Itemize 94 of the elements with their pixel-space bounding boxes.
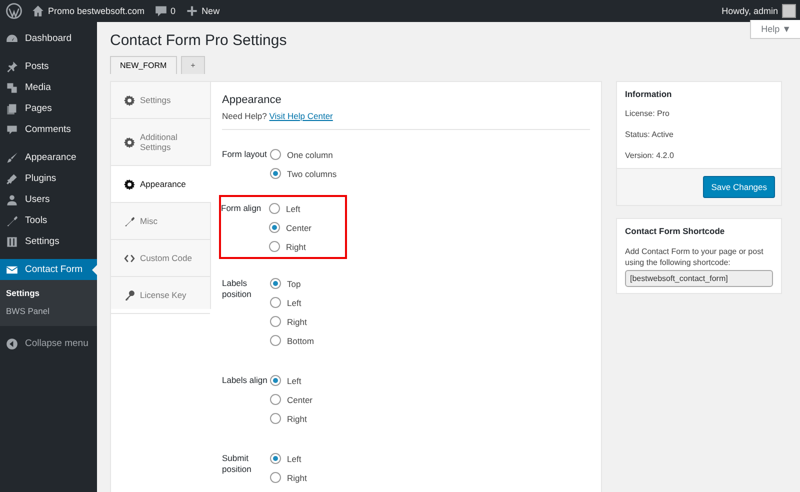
avatar-icon — [782, 4, 796, 18]
gear-icon — [124, 94, 135, 106]
option-label: Center — [287, 394, 313, 404]
info-text: Version: 4.2.0 — [625, 151, 675, 160]
save-changes-button[interactable]: Save Changes — [703, 176, 775, 198]
help-center-link[interactable]: Visit Help Center — [269, 111, 333, 121]
pages-icon — [6, 102, 18, 114]
sidebar-item[interactable]: Plugins — [0, 168, 97, 189]
settings-nav-item[interactable]: License Key — [111, 277, 210, 314]
radio-button[interactable] — [270, 278, 281, 289]
code-icon — [124, 252, 135, 264]
field-label: Form layout — [222, 148, 268, 161]
radio-button[interactable] — [270, 375, 281, 386]
shortcode-field[interactable]: [bestwebsoft_contact_form] — [625, 270, 773, 288]
option-label: Left — [287, 376, 302, 386]
section-heading: Appearance — [222, 94, 282, 106]
user-icon — [6, 194, 18, 206]
plus-icon — [186, 5, 198, 17]
form-tab[interactable]: + — [180, 56, 206, 74]
sidebar-item[interactable]: Pages — [0, 98, 97, 119]
radio-button[interactable] — [270, 453, 281, 464]
sidebar-item[interactable]: Settings — [0, 231, 97, 252]
card-title: Contact Form Shortcode — [624, 225, 726, 238]
radio-button[interactable] — [270, 472, 281, 483]
collapse-menu-button[interactable]: Collapse menu — [0, 333, 97, 354]
media-icon — [6, 82, 18, 94]
option-label: One column — [287, 150, 333, 160]
option-label: Left — [287, 454, 302, 464]
site-link[interactable]: Promo bestwebsoft.com — [48, 6, 145, 16]
radio-button[interactable] — [270, 316, 281, 327]
submenu-item[interactable]: Settings — [0, 284, 97, 302]
wrench-icon — [124, 216, 135, 226]
info-text: License: Pro — [625, 109, 670, 118]
radio-button[interactable] — [269, 222, 280, 233]
brush-icon — [6, 152, 18, 164]
option-label: Left — [286, 204, 300, 214]
help-text: Need Help? Visit Help Center — [222, 111, 334, 121]
radio-button[interactable] — [269, 203, 280, 214]
gauge-icon — [6, 32, 18, 44]
option-label: Top — [287, 278, 301, 288]
shortcode-description: Add Contact Form to your page or post using the following shortcode: — [625, 246, 764, 268]
help-button[interactable]: Help ▼ — [750, 20, 800, 39]
gear-icon — [124, 136, 135, 148]
sidebar-item[interactable]: Users — [0, 189, 97, 210]
radio-button[interactable] — [270, 413, 281, 424]
option-label: Right — [287, 316, 307, 326]
radio-button[interactable] — [270, 335, 281, 346]
settings-nav-item[interactable]: Appearance — [111, 166, 211, 203]
greeting-link[interactable]: Howdy, admin — [722, 6, 778, 16]
sliders-icon — [6, 236, 18, 248]
submenu-item[interactable]: BWS Panel — [0, 302, 97, 320]
gear-icon — [124, 178, 135, 190]
radio-button[interactable] — [270, 394, 281, 405]
new-link[interactable]: New — [202, 6, 220, 16]
settings-nav-item[interactable]: Custom Code — [111, 240, 210, 277]
radio-button[interactable] — [270, 297, 281, 308]
comment-icon — [154, 5, 167, 17]
pin-icon — [6, 60, 18, 72]
sidebar-item[interactable]: Comments — [0, 119, 97, 140]
sidebar-item[interactable]: Tools — [0, 210, 97, 231]
option-label: Bottom — [287, 336, 314, 346]
option-label: Left — [287, 298, 302, 308]
sidebar-item[interactable]: Posts — [0, 56, 97, 77]
field-label: Submit position — [222, 452, 252, 476]
card-title: Information — [624, 88, 673, 101]
comment-count[interactable]: 0 — [170, 6, 176, 16]
option-label: Center — [286, 222, 312, 232]
collapse-icon — [6, 338, 18, 350]
speech-bubble-icon — [6, 124, 18, 136]
wrench-icon — [6, 214, 18, 226]
field-label: Form align — [221, 202, 262, 215]
sidebar-item[interactable]: Appearance — [0, 147, 97, 168]
option-label: Right — [286, 242, 306, 252]
form-tab[interactable]: NEW_FORM — [110, 56, 177, 74]
home-icon — [32, 5, 44, 17]
radio-button[interactable] — [270, 168, 281, 179]
sidebar-item[interactable]: Dashboard — [0, 28, 97, 49]
field-label: Labels position — [222, 277, 252, 302]
radio-button[interactable] — [269, 241, 280, 252]
sidebar-item[interactable]: Media — [0, 77, 97, 98]
wordpress-logo-icon — [6, 3, 22, 19]
option-label: Right — [287, 414, 307, 424]
radio-button[interactable] — [270, 149, 281, 160]
field-label: Labels align — [222, 374, 268, 387]
info-text: Status: Active — [625, 130, 674, 139]
page-title: Contact Form Pro Settings — [110, 32, 288, 49]
plug-icon — [6, 172, 18, 184]
key-icon — [124, 290, 135, 300]
envelope-icon — [6, 264, 18, 276]
sidebar-item[interactable]: Contact Form — [0, 259, 97, 280]
settings-nav-item[interactable]: Settings — [111, 82, 210, 119]
option-label: Two columns — [287, 168, 337, 178]
option-label: Right — [287, 472, 307, 482]
settings-nav-item[interactable]: Misc — [111, 203, 210, 240]
